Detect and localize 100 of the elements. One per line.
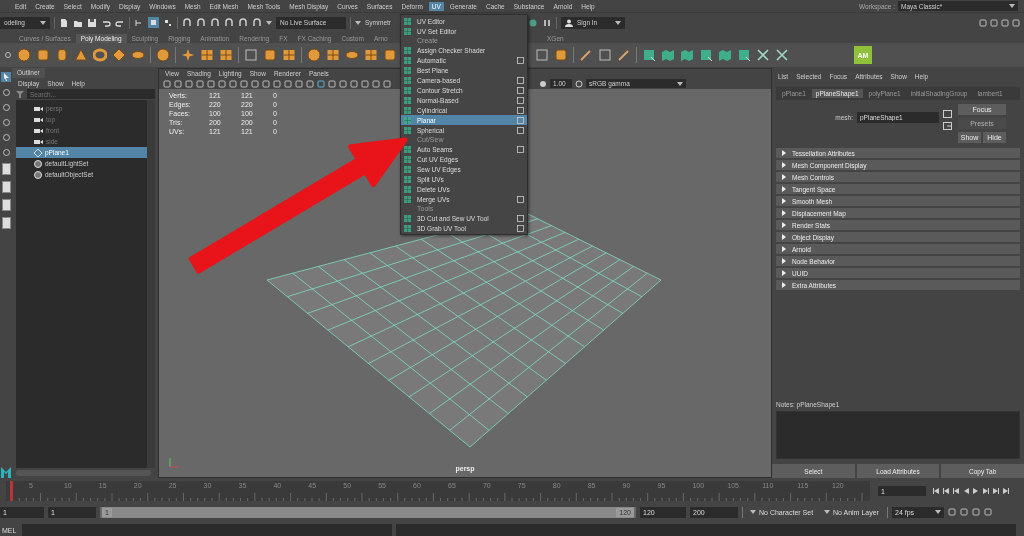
- uv-tool-icon: [403, 184, 412, 194]
- select-object-icon[interactable]: [148, 17, 159, 28]
- step-forward-icon[interactable]: [992, 487, 1000, 495]
- key-forward-icon[interactable]: [982, 487, 990, 495]
- logo-icon[interactable]: [1, 466, 11, 478]
- star-icon[interactable]: [181, 48, 195, 62]
- grid-tile-icon[interactable]: [364, 48, 378, 62]
- uv-tool-icon: [403, 115, 412, 125]
- magnet-icon[interactable]: [196, 17, 206, 28]
- cross-tool-icon[interactable]: [756, 48, 770, 62]
- option-box-icon[interactable]: [517, 126, 524, 134]
- option-box-icon[interactable]: [517, 76, 524, 84]
- option-box-icon[interactable]: [517, 145, 524, 153]
- caret-icon[interactable]: [935, 510, 941, 514]
- cube-icon[interactable]: [383, 48, 397, 62]
- sphere-icon[interactable]: [156, 48, 170, 62]
- cube-icon[interactable]: [263, 48, 277, 62]
- square-frame-icon[interactable]: [244, 48, 258, 62]
- uv-tool-icon: [403, 194, 412, 204]
- uv-tool-icon: [403, 16, 412, 26]
- option-box-icon[interactable]: [517, 56, 524, 64]
- play-back-icon[interactable]: [962, 487, 970, 495]
- option-box-icon[interactable]: [517, 106, 524, 114]
- uv-tool-icon: [403, 95, 412, 105]
- magnet-icon[interactable]: [238, 17, 248, 28]
- caret-icon[interactable]: [824, 510, 830, 514]
- uv-tool-icon: [403, 85, 412, 95]
- new-file-icon[interactable]: [59, 17, 69, 28]
- select-component-icon[interactable]: [163, 17, 173, 28]
- uv-tool-icon: [403, 154, 412, 164]
- uv-square-icon[interactable]: [737, 48, 751, 62]
- square-frame-icon[interactable]: [598, 48, 612, 62]
- caret-icon[interactable]: [266, 20, 272, 25]
- exposure-icon[interactable]: [539, 79, 547, 88]
- square-frame-icon[interactable]: [535, 48, 549, 62]
- option-box-icon[interactable]: [517, 116, 524, 124]
- camera-icon[interactable]: [34, 105, 43, 112]
- skip-back-icon[interactable]: [932, 487, 940, 495]
- uv-square-icon[interactable]: [699, 48, 713, 62]
- cube-icon[interactable]: [36, 48, 50, 62]
- camera-icon[interactable]: [34, 116, 43, 123]
- save-icon[interactable]: [87, 17, 97, 28]
- torus-icon[interactable]: [93, 48, 107, 62]
- disc-icon[interactable]: [131, 48, 145, 62]
- option-box-icon[interactable]: [517, 195, 524, 203]
- skip-forward-icon[interactable]: [1002, 487, 1010, 495]
- caret-icon[interactable]: [677, 81, 683, 86]
- select-arrow-icon[interactable]: [1, 72, 11, 82]
- play-icon[interactable]: [972, 487, 980, 495]
- command-field[interactable]: [22, 524, 392, 536]
- pencil-icon[interactable]: [579, 48, 593, 62]
- step-back-icon[interactable]: [942, 487, 950, 495]
- option-box-icon[interactable]: [517, 214, 524, 222]
- uv-tool-icon: [403, 105, 412, 115]
- option-box-icon[interactable]: [517, 86, 524, 94]
- uv-tool-icon: [403, 26, 412, 36]
- notes-field[interactable]: [776, 411, 1020, 459]
- diamond-icon[interactable]: [112, 48, 126, 62]
- grid-tile-icon[interactable]: [326, 48, 340, 62]
- cross-tool-icon[interactable]: [775, 48, 789, 62]
- select-hierarchy-icon[interactable]: [134, 17, 144, 28]
- sphere-icon[interactable]: [307, 48, 321, 62]
- uv-shell-icon[interactable]: [661, 48, 675, 62]
- caret-icon[interactable]: [1009, 4, 1015, 8]
- caret-icon[interactable]: [40, 20, 46, 25]
- caret-icon[interactable]: [355, 20, 361, 25]
- uv-tool-icon: [403, 75, 412, 85]
- cone-icon[interactable]: [74, 48, 88, 62]
- cylinder-icon[interactable]: [55, 48, 69, 62]
- magnet-icon[interactable]: [182, 17, 192, 28]
- caret-icon[interactable]: [615, 20, 621, 25]
- caret-icon[interactable]: [750, 510, 756, 514]
- uv-shell-icon[interactable]: [680, 48, 694, 62]
- uv-tool-icon: [403, 164, 412, 174]
- user-icon[interactable]: [565, 18, 573, 27]
- current-time-marker[interactable]: [10, 481, 13, 501]
- disc-icon[interactable]: [345, 48, 359, 62]
- magnet-icon[interactable]: [252, 17, 262, 28]
- cube-icon[interactable]: [554, 48, 568, 62]
- scrollbar[interactable]: [147, 100, 155, 468]
- key-back-icon[interactable]: [952, 487, 960, 495]
- camera-icon[interactable]: [34, 127, 43, 134]
- magnet-icon[interactable]: [210, 17, 220, 28]
- option-box-icon[interactable]: [517, 224, 524, 232]
- sphere-icon[interactable]: [17, 48, 31, 62]
- pause-icon[interactable]: [542, 17, 552, 28]
- gamma-icon[interactable]: [575, 79, 583, 88]
- pencil-icon[interactable]: [617, 48, 631, 62]
- magnet-icon[interactable]: [224, 17, 234, 28]
- filter-icon[interactable]: [16, 90, 24, 98]
- copy-icon[interactable]: [943, 122, 952, 130]
- option-box-icon[interactable]: [517, 96, 524, 104]
- grid-tile-icon[interactable]: [200, 48, 214, 62]
- uv-square-icon[interactable]: [642, 48, 656, 62]
- focus-icon[interactable]: [943, 110, 952, 118]
- camera-icon[interactable]: [34, 138, 43, 145]
- render-icon[interactable]: [528, 17, 538, 28]
- grid-tile-icon[interactable]: [282, 48, 296, 62]
- uv-shell-icon[interactable]: [718, 48, 732, 62]
- grid-tile-icon[interactable]: [219, 48, 233, 62]
